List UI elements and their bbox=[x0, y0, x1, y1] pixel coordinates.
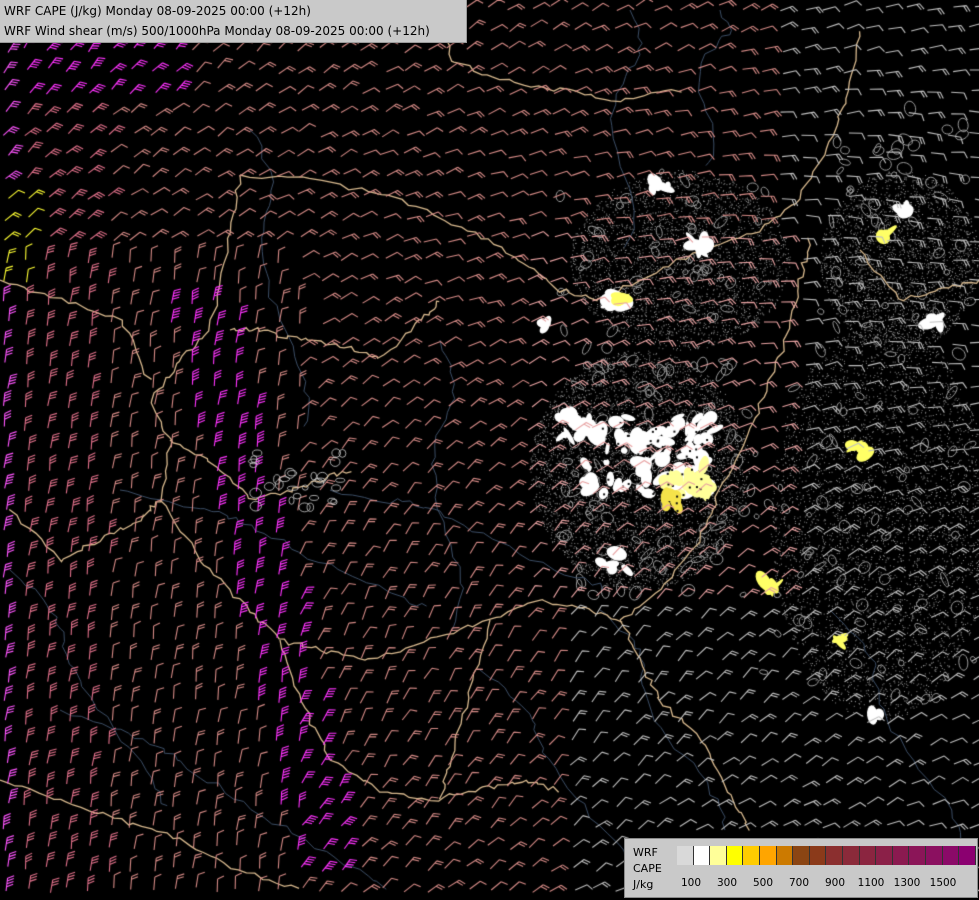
legend-swatch bbox=[726, 846, 744, 865]
legend-tick-label: 500 bbox=[752, 877, 774, 889]
legend-label-unit: J/kg bbox=[633, 878, 654, 891]
map-title-box: WRF CAPE (J/kg) Monday 08-09-2025 00:00 … bbox=[0, 0, 467, 43]
legend-tick-label: 1100 bbox=[857, 877, 885, 889]
cape-legend: WRF CAPE J/kg 100 300 500 700 900 1100 1300 150… bbox=[624, 838, 978, 898]
legend-swatch bbox=[677, 846, 694, 865]
cape-title: WRF CAPE (J/kg) Monday 08-09-2025 00:00 … bbox=[4, 4, 311, 18]
legend-swatch bbox=[826, 846, 843, 865]
legend-label-model: WRF bbox=[633, 846, 658, 859]
legend-swatch bbox=[693, 846, 711, 865]
legend-tick-label: 1300 bbox=[893, 877, 921, 889]
legend-swatch bbox=[759, 846, 777, 865]
legend-tick-labels: 100 300 500 700 900 1100 1300 1500 bbox=[677, 877, 977, 891]
legend-swatch bbox=[876, 846, 893, 865]
legend-swatch bbox=[959, 846, 976, 865]
legend-swatch bbox=[842, 846, 860, 865]
legend-swatch bbox=[925, 846, 943, 865]
legend-swatch bbox=[809, 846, 827, 865]
legend-tick-label: 1500 bbox=[929, 877, 957, 889]
legend-color-scale bbox=[677, 846, 976, 865]
legend-swatch bbox=[743, 846, 760, 865]
legend-swatch bbox=[859, 846, 877, 865]
legend-label-field: CAPE bbox=[633, 862, 662, 875]
weather-map bbox=[0, 0, 979, 900]
legend-swatch bbox=[710, 846, 727, 865]
legend-swatch bbox=[892, 846, 910, 865]
legend-swatch bbox=[942, 846, 960, 865]
legend-tick-label: 700 bbox=[788, 877, 810, 889]
legend-tick-label: 100 bbox=[680, 877, 702, 889]
legend-swatch bbox=[793, 846, 810, 865]
wind-shear-title: WRF Wind shear (m/s) 500/1000hPa Monday … bbox=[4, 24, 430, 38]
legend-swatch bbox=[909, 846, 926, 865]
legend-tick-label: 900 bbox=[824, 877, 846, 889]
legend-swatch bbox=[776, 846, 794, 865]
legend-tick-label: 300 bbox=[716, 877, 738, 889]
